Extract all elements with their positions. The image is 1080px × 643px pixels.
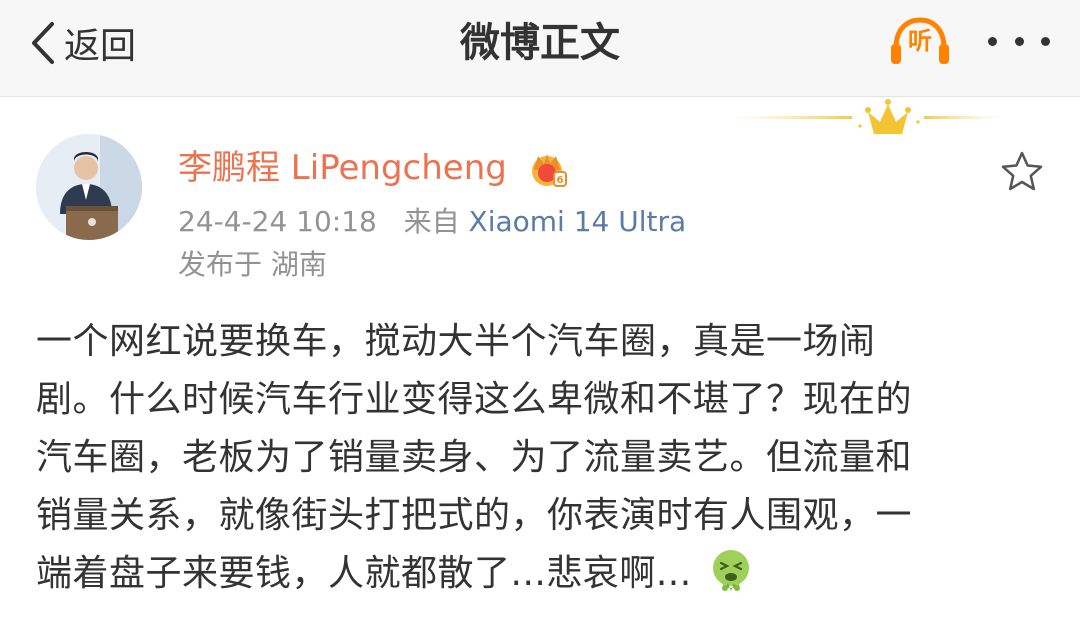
- post-meta: 24-4-24 10:18 来自 Xiaomi 14 Ultra: [178, 203, 686, 241]
- dot: [1014, 36, 1024, 46]
- star-icon[interactable]: [1000, 150, 1044, 192]
- post-location: 发布于 湖南: [178, 248, 327, 281]
- crown-icon: [728, 99, 1004, 134]
- listen-label: 听: [908, 27, 932, 55]
- listen-button[interactable]: 听: [888, 14, 952, 68]
- post-line-last: 端着盘子来要钱，人就都散了...悲哀啊...: [36, 545, 1036, 603]
- top-navigation-bar: 返回 微博正文 听: [0, 0, 1080, 97]
- post-line: 汽车圈，老板为了销量卖身、为了流量卖艺。但流量和: [36, 437, 913, 478]
- post-line: 销量关系，就像街头打把式的，你表演时有人围观，一: [36, 495, 913, 536]
- dot: [1041, 36, 1050, 46]
- post-line: 端着盘子来要钱，人就都散了...悲哀啊...: [36, 553, 692, 594]
- post-line: 剧。什么时候汽车行业变得这么卑微和不堪了？现在的: [36, 379, 913, 420]
- avatar-photo: [36, 134, 142, 240]
- source-prefix: 来自: [403, 205, 460, 238]
- svg-text:6: 6: [557, 175, 564, 186]
- post-line: 一个网红说要换车，搅动大半个汽车圈，真是一场闹: [36, 321, 876, 362]
- avatar[interactable]: [36, 134, 142, 240]
- crown-badge-icon: 6: [532, 154, 567, 187]
- dot: [988, 36, 997, 46]
- more-dots-icon[interactable]: [988, 26, 1050, 56]
- post-text: 一个网红说要换车，搅动大半个汽车圈，真是一场闹 剧。什么时候汽车行业变得这么卑微…: [36, 313, 1036, 603]
- author-name[interactable]: 李鹏程 LiPengcheng: [178, 145, 507, 191]
- post-timestamp: 24-4-24 10:18: [178, 205, 377, 238]
- post-source-link[interactable]: Xiaomi 14 Ultra: [469, 205, 687, 238]
- vomit-emoji-icon: [712, 550, 749, 591]
